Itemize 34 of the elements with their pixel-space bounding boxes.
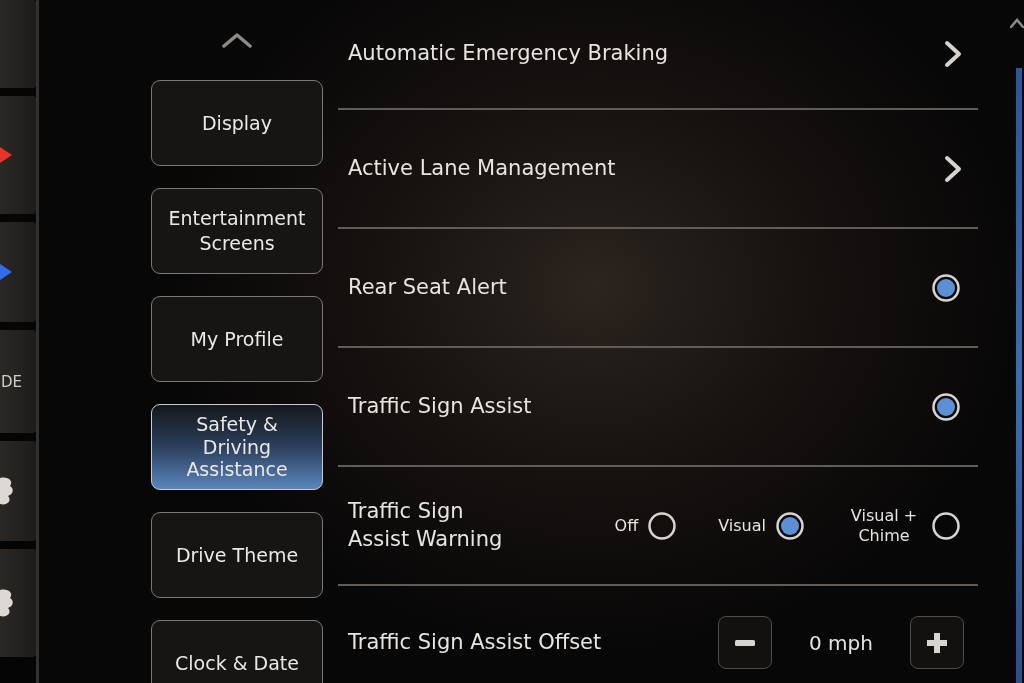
chevron-right-icon[interactable] bbox=[944, 40, 962, 68]
category-tab[interactable]: Entertainment Screens bbox=[151, 188, 323, 274]
option-label: Visual + Chime bbox=[849, 506, 919, 545]
setting-label: Active Lane Management bbox=[348, 154, 617, 182]
minus-icon bbox=[735, 639, 755, 646]
category-tab[interactable]: Clock & Date bbox=[151, 620, 323, 683]
radio-selected-icon[interactable] bbox=[776, 511, 804, 540]
radio-icon[interactable] bbox=[932, 511, 960, 540]
option-label: Visual bbox=[718, 515, 766, 536]
setting-label: Traffic Sign Assist Warning bbox=[348, 498, 504, 553]
decrease-button[interactable] bbox=[718, 616, 772, 669]
category-tab[interactable]: Drive Theme bbox=[151, 512, 323, 598]
fan-icon bbox=[0, 476, 14, 506]
chevron-right-icon[interactable] bbox=[944, 154, 962, 183]
hardware-key[interactable] bbox=[0, 549, 36, 657]
setting-label: Traffic Sign Assist Offset bbox=[348, 629, 603, 656]
toggle-on-icon[interactable] bbox=[932, 392, 960, 421]
hardware-key[interactable]: DE bbox=[0, 330, 36, 433]
category-tab[interactable]: Safety & Driving Assistance bbox=[151, 404, 323, 490]
option-label: Off bbox=[614, 515, 639, 536]
increase-button[interactable] bbox=[910, 616, 964, 669]
hardware-key[interactable] bbox=[0, 441, 36, 541]
setting-label: Automatic Emergency Braking bbox=[348, 40, 670, 68]
setting-label: Rear Seat Alert bbox=[348, 273, 508, 301]
setting-label: Traffic Sign Assist bbox=[348, 392, 533, 420]
offset-value: 0 mph bbox=[808, 630, 874, 655]
category-tab[interactable]: Display bbox=[151, 80, 323, 166]
caret-up-icon bbox=[1010, 18, 1024, 28]
plus-icon bbox=[927, 632, 947, 653]
radio-icon[interactable] bbox=[648, 511, 677, 540]
fan-icon bbox=[0, 588, 14, 618]
toggle-on-icon[interactable] bbox=[932, 273, 960, 302]
category-tab[interactable]: My Profile bbox=[151, 296, 323, 382]
scroll-up-icon[interactable] bbox=[222, 32, 252, 48]
